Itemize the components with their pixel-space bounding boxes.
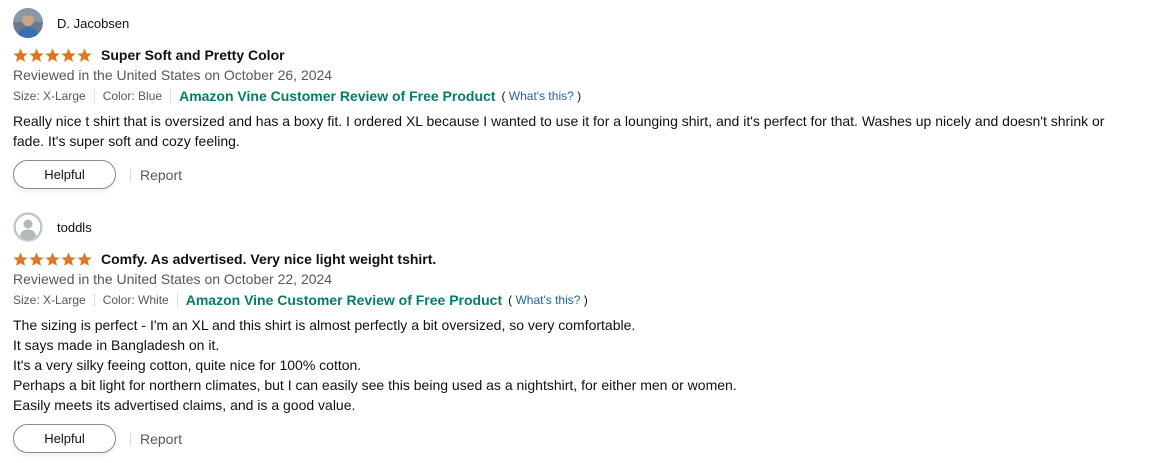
review-body-line: Really nice t shirt that is oversized an… (13, 113, 1105, 149)
review-body-line: It's a very silky feeing cotton, quite n… (13, 357, 362, 373)
whats-this-open-paren: ( (501, 88, 506, 103)
meta-divider (176, 292, 178, 307)
whats-this-open-paren: ( (508, 292, 513, 307)
default-avatar-icon (13, 212, 43, 242)
review-body: The sizing is perfect - I'm an XL and th… (13, 315, 1138, 415)
review-title[interactable]: Comfy. As advertised. Very nice light we… (101, 249, 436, 269)
reviewer-avatar-photo (13, 8, 43, 38)
variant-size-link[interactable]: Size: X-Large (13, 291, 86, 309)
review-body-line: The sizing is perfect - I'm an XL and th… (13, 317, 636, 333)
review-date: Reviewed in the United States on October… (13, 67, 333, 83)
five-star-rating-icon[interactable] (13, 46, 93, 64)
review-date: Reviewed in the United States on October… (13, 271, 333, 287)
reviewer-name: toddls (57, 219, 92, 235)
reviewer-profile[interactable]: D. Jacobsen (13, 8, 1143, 38)
report-link[interactable]: Report (140, 429, 182, 449)
review-body-line: Easily meets its advertised claims, and … (13, 397, 356, 413)
review-card: D. Jacobsen Super Soft and Pretty Color … (13, 8, 1143, 189)
helpful-button[interactable]: Helpful (13, 424, 116, 453)
review-body-line: Perhaps a bit light for northern climate… (13, 377, 737, 393)
meta-divider (93, 88, 95, 103)
whats-this-link[interactable]: What's this? (509, 89, 574, 103)
whats-this-close-paren: ) (583, 292, 588, 307)
whats-this-wrapper: ( What's this? ) (508, 291, 588, 309)
action-divider (130, 431, 131, 446)
vine-review-badge: Amazon Vine Customer Review of Free Prod… (179, 87, 496, 104)
review-title[interactable]: Super Soft and Pretty Color (101, 45, 285, 65)
whats-this-wrapper: ( What's this? ) (501, 87, 581, 105)
review-card: toddls Comfy. As advertised. Very nice l… (13, 212, 1143, 453)
whats-this-link[interactable]: What's this? (515, 293, 580, 307)
whats-this-close-paren: ) (577, 88, 582, 103)
helpful-button[interactable]: Helpful (13, 160, 116, 189)
action-divider (130, 167, 131, 182)
meta-divider (170, 88, 172, 103)
reviewer-name: D. Jacobsen (57, 15, 130, 31)
reviews-list: D. Jacobsen Super Soft and Pretty Color … (0, 0, 1152, 463)
meta-divider (93, 292, 95, 307)
variant-size-link[interactable]: Size: X-Large (13, 87, 86, 105)
variant-color-link[interactable]: Color: Blue (103, 87, 162, 105)
vine-review-badge: Amazon Vine Customer Review of Free Prod… (185, 291, 503, 308)
variant-color-link[interactable]: Color: White (103, 291, 169, 309)
report-link[interactable]: Report (140, 165, 182, 185)
review-body: Really nice t shirt that is oversized an… (13, 111, 1138, 151)
five-star-rating-icon[interactable] (13, 250, 93, 268)
review-body-line: It says made in Bangladesh on it. (13, 337, 220, 353)
reviewer-profile[interactable]: toddls (13, 212, 1143, 242)
